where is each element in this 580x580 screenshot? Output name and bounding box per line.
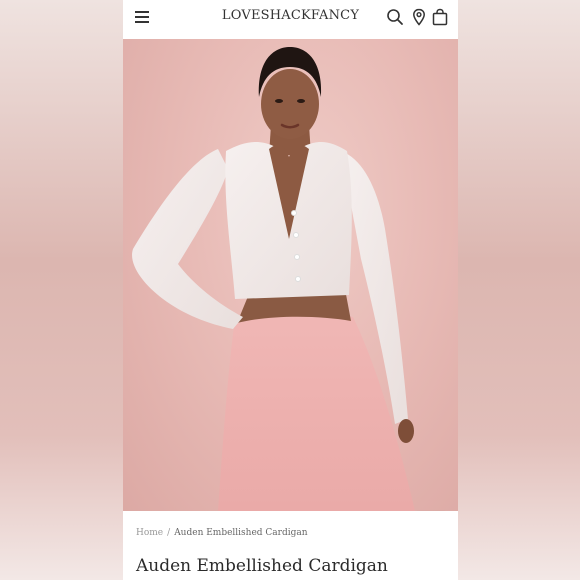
search-icon[interactable] bbox=[386, 8, 404, 26]
product-image[interactable] bbox=[123, 39, 458, 511]
breadcrumb-current: Auden Embellished Cardigan bbox=[174, 528, 308, 538]
site-header: LOVESHACKFANCY bbox=[123, 0, 458, 39]
right-blurred-background bbox=[458, 0, 580, 580]
mobile-page: LOVESHACKFANCY Home / Auden Embellished … bbox=[123, 0, 458, 580]
product-title: Auden Embellished Cardigan bbox=[136, 556, 388, 576]
breadcrumb-separator: / bbox=[167, 528, 171, 538]
breadcrumb: Home / Auden Embellished Cardigan bbox=[136, 528, 308, 538]
brand-logo[interactable]: LOVESHACKFANCY bbox=[123, 8, 458, 23]
shopping-bag-icon[interactable] bbox=[431, 8, 449, 26]
left-blurred-background bbox=[0, 0, 123, 580]
location-pin-icon[interactable] bbox=[410, 8, 428, 26]
breadcrumb-home-link[interactable]: Home bbox=[136, 528, 163, 538]
model-photo bbox=[132, 47, 415, 511]
